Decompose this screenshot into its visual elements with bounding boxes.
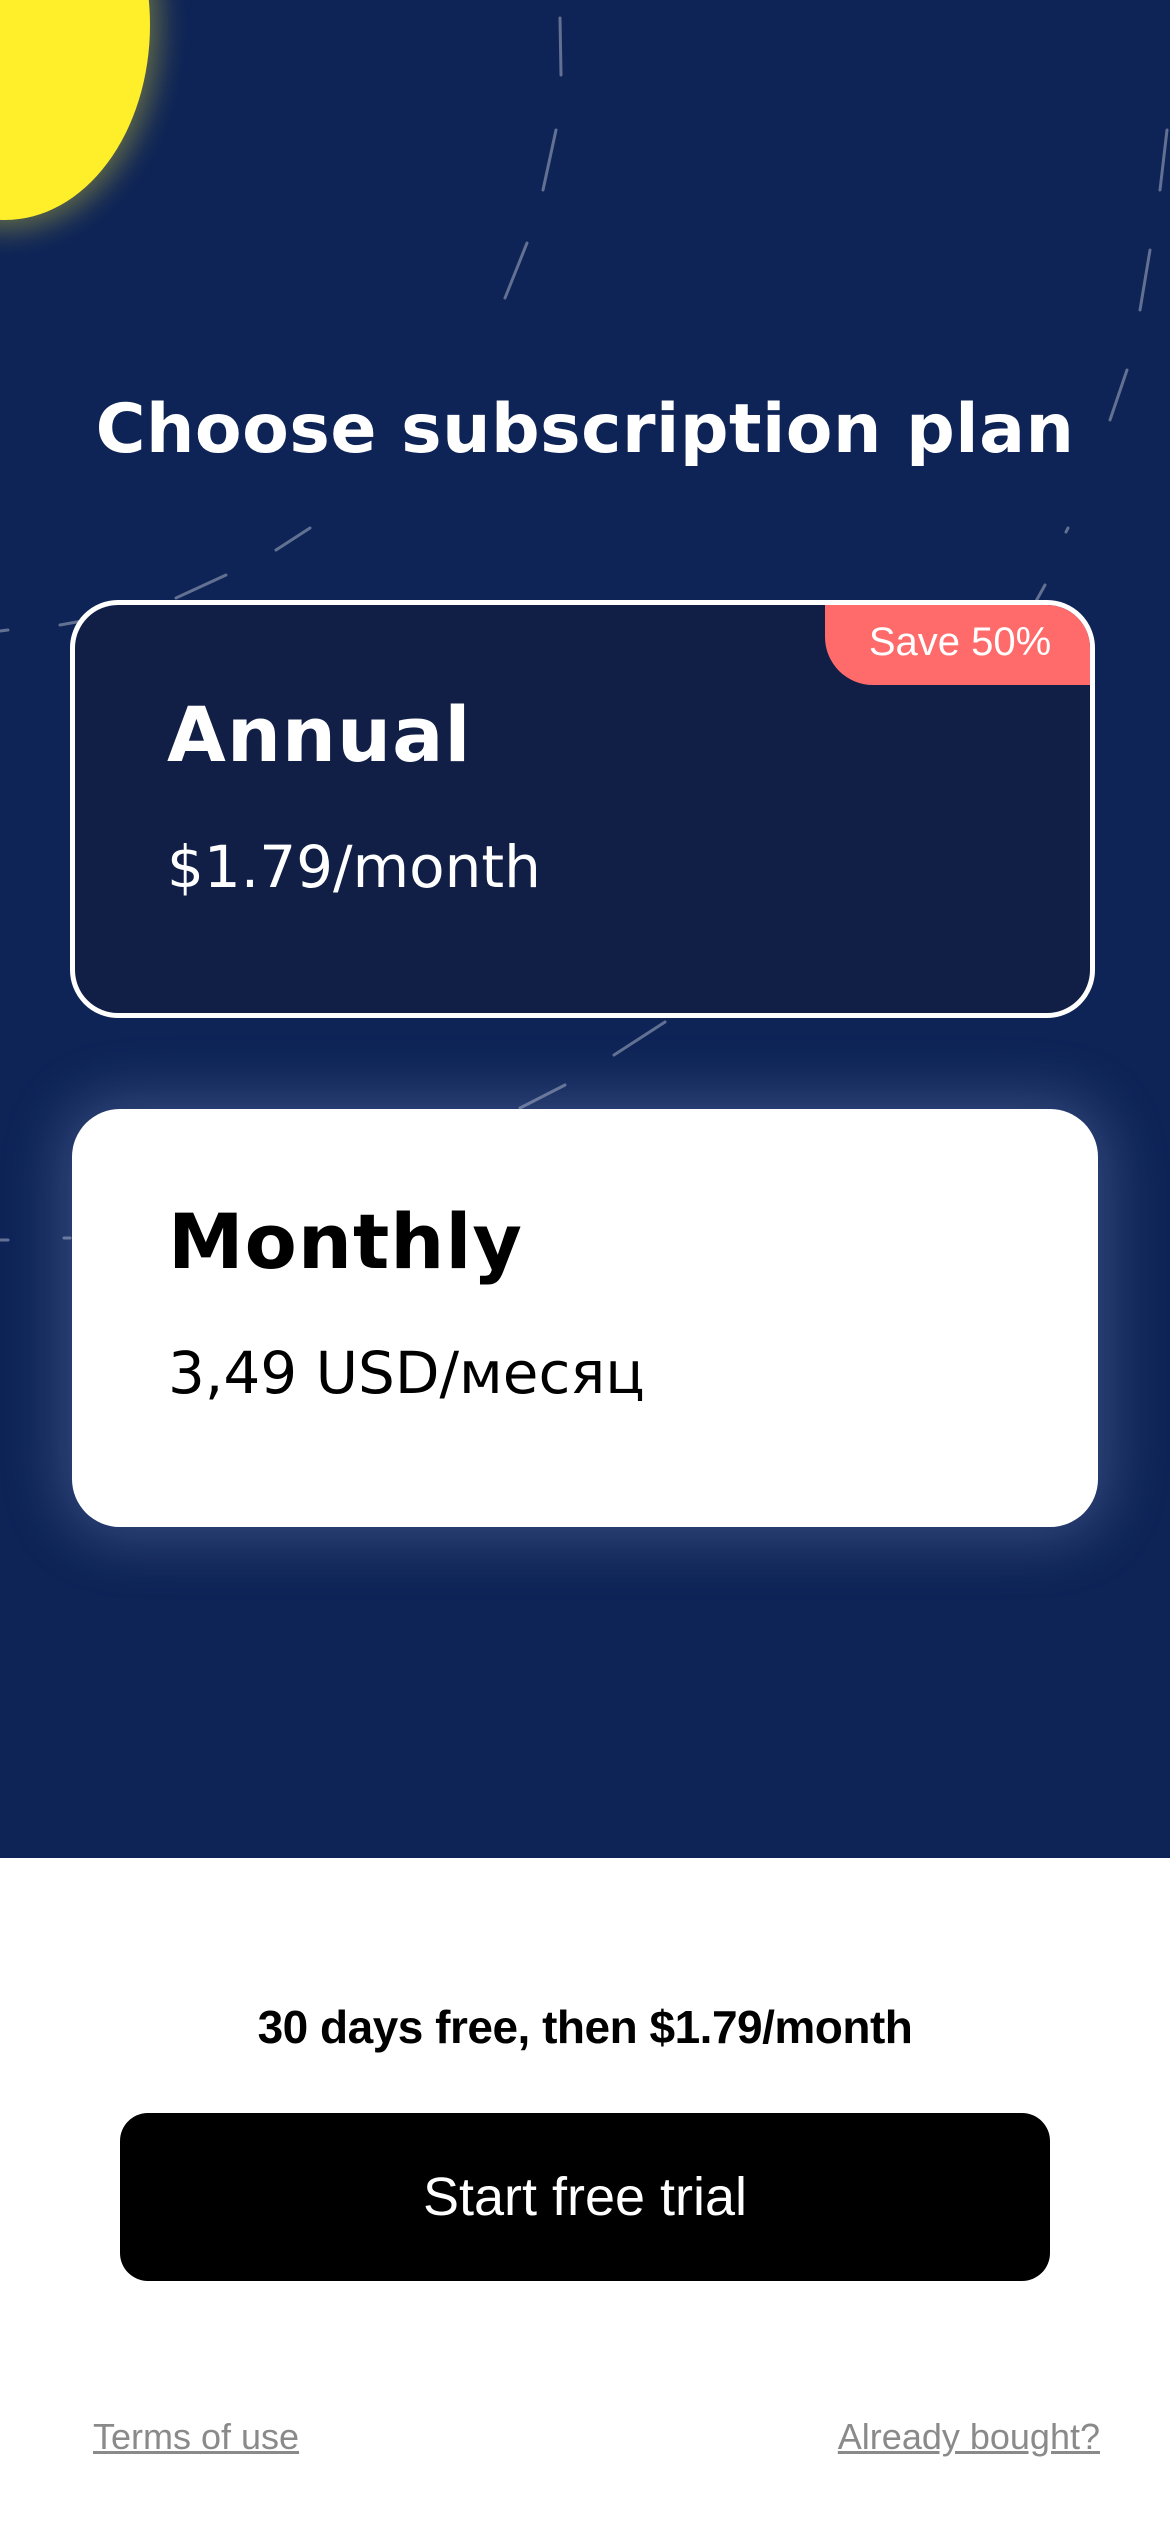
terms-of-use-link[interactable]: Terms of use bbox=[93, 2416, 299, 2458]
page-title: Choose subscription plan bbox=[95, 390, 1075, 469]
plan-price: $1.79/month bbox=[167, 833, 541, 901]
save-badge: Save 50% bbox=[825, 605, 1090, 685]
sun-icon bbox=[0, 0, 150, 220]
plan-name: Annual bbox=[167, 690, 472, 779]
trial-note: 30 days free, then $1.79/month bbox=[257, 2001, 913, 2053]
plan-card-annual[interactable]: Save 50% Annual $1.79/month bbox=[70, 600, 1095, 1018]
plan-name: Monthly bbox=[168, 1197, 523, 1286]
plan-price: 3,49 USD/месяц bbox=[168, 1339, 645, 1407]
start-free-trial-button[interactable]: Start free trial bbox=[120, 2113, 1050, 2281]
plan-card-monthly[interactable]: Monthly 3,49 USD/месяц bbox=[72, 1109, 1098, 1527]
already-bought-link[interactable]: Already bought? bbox=[838, 2416, 1100, 2458]
hero-background: Choose subscription plan Save 50% Annual… bbox=[0, 0, 1170, 1858]
